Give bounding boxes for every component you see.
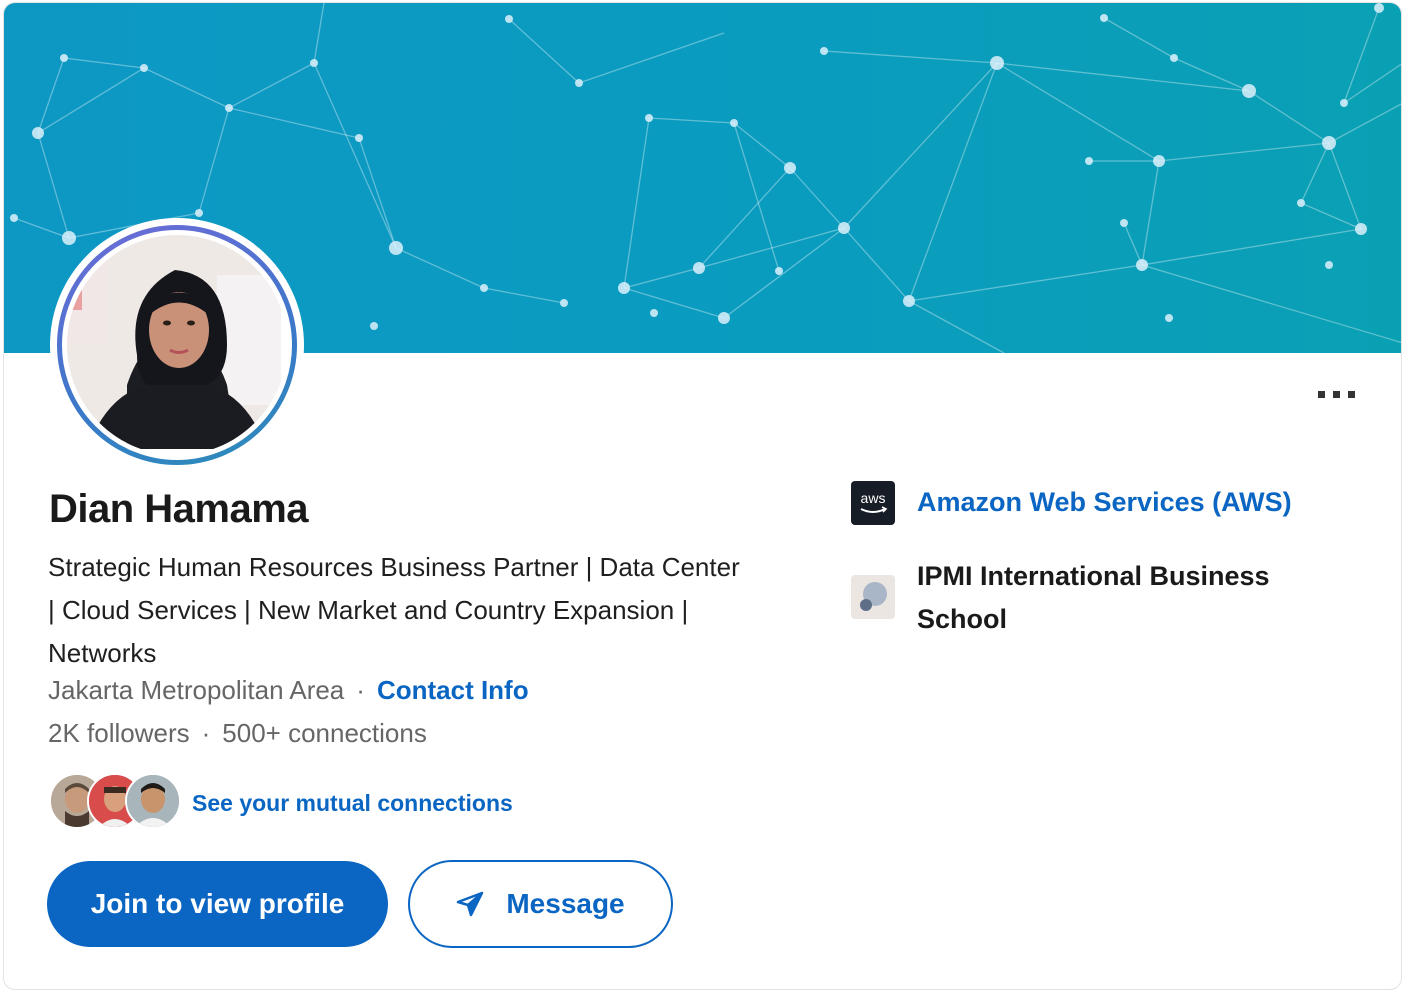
experience-item-ipmi[interactable]: IPMI International Business School <box>851 555 1337 641</box>
aws-logo-text: aws <box>861 490 886 506</box>
avatar-gradient-ring <box>57 225 297 465</box>
mutual-connections-link[interactable]: See your mutual connections <box>192 790 513 817</box>
profile-card: Dian Hamama Strategic Human Resources Bu… <box>3 2 1402 990</box>
mutual-connections-avatars[interactable] <box>49 773 181 829</box>
profile-headline: Strategic Human Resources Business Partn… <box>48 552 740 668</box>
ipmi-logo-icon <box>851 575 895 619</box>
profile-location: Jakarta Metropolitan Area <box>48 675 345 705</box>
avatar-portrait-image <box>67 235 287 449</box>
avatar-image <box>127 775 179 827</box>
experience-item-aws[interactable]: aws Amazon Web Services (AWS) <box>851 481 1292 525</box>
send-icon <box>457 891 484 917</box>
separator-dot: · <box>356 675 365 705</box>
more-options-button[interactable] <box>1312 381 1362 411</box>
ipmi-logo-graphic <box>860 582 887 611</box>
message-label: Message <box>506 888 625 919</box>
profile-avatar <box>50 218 304 472</box>
stats-row: 2K followers · 500+ connections <box>48 718 427 749</box>
connections-count: 500+ connections <box>222 718 427 748</box>
join-to-view-profile-button[interactable]: Join to view profile <box>47 861 388 947</box>
separator-dot: · <box>201 718 211 748</box>
location-row: Jakarta Metropolitan Area · Contact Info <box>48 675 529 706</box>
followers-count: 2K followers <box>48 718 190 748</box>
avatar <box>125 773 181 829</box>
profile-name: Dian Hamama <box>49 487 309 531</box>
avatar-photo <box>62 230 292 460</box>
ellipsis-icon <box>1318 391 1355 398</box>
school-name[interactable]: IPMI International Business School <box>917 555 1337 641</box>
aws-logo-graphic: aws <box>861 490 888 513</box>
company-name[interactable]: Amazon Web Services (AWS) <box>917 481 1292 524</box>
contact-info-link[interactable]: Contact Info <box>377 675 529 705</box>
message-button[interactable]: Message <box>408 860 673 948</box>
aws-logo-icon: aws <box>851 481 895 525</box>
